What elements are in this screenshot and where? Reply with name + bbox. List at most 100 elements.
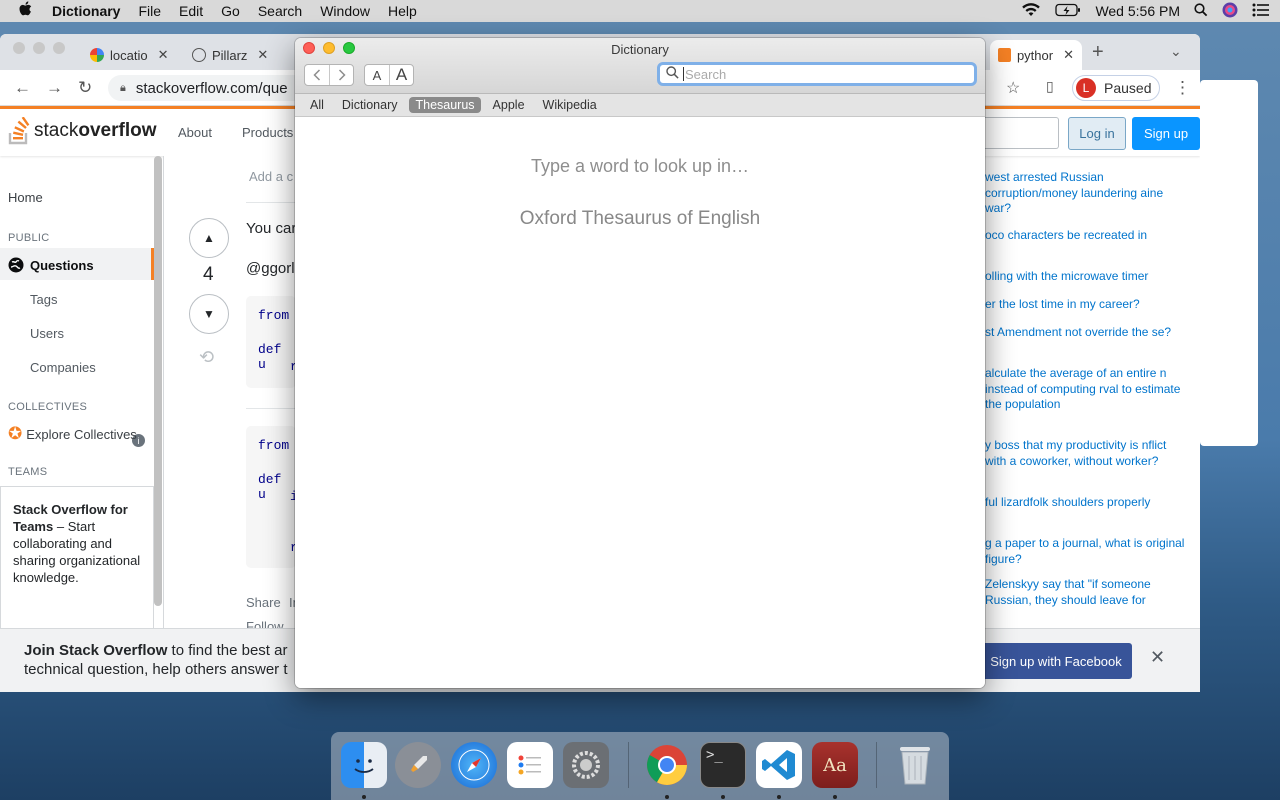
hot-question-link[interactable]: ful lizardfolk shoulders properly [985,495,1185,511]
share-link[interactable]: Share [246,595,281,610]
tab-all[interactable]: All [304,97,330,113]
menu-go[interactable]: Go [221,3,240,19]
forward-icon[interactable] [329,65,353,85]
hot-question-link[interactable]: y boss that my productivity is nflict wi… [985,438,1185,469]
font-size-control: A A [364,64,414,86]
tab-search-icon[interactable]: ⌄ [1170,43,1182,60]
menu-search[interactable]: Search [258,3,302,19]
upvote-button[interactable]: ▲ [189,218,229,258]
sidebar-header-teams: TEAMS [8,466,48,478]
browser-window-controls [13,42,65,54]
dictionary-window: Dictionary A A Search All Dictionary The… [295,38,985,688]
control-center-icon[interactable] [1252,3,1270,20]
hot-question-link[interactable]: g a paper to a journal, what is original… [985,536,1185,567]
signup-button[interactable]: Sign up [1132,117,1200,150]
text-cursor [683,67,684,81]
hot-question-link[interactable]: Zelenskyy say that "if someone Russian, … [985,577,1185,608]
sidebar-item-tags[interactable]: Tags [30,292,57,307]
dictionary-search-field[interactable]: Search [657,62,977,86]
dock-separator [628,742,629,788]
trash-icon[interactable] [892,742,938,788]
menu-edit[interactable]: Edit [179,3,203,19]
so-logo[interactable]: stack overflow [8,116,156,145]
so-search-input[interactable] [985,117,1059,149]
tab-thesaurus[interactable]: Thesaurus [409,97,481,113]
tab-apple[interactable]: Apple [487,97,531,113]
launchpad-icon[interactable] [395,742,441,788]
tab-dictionary[interactable]: Dictionary [336,97,404,113]
facebook-signup-button[interactable]: Sign up with Facebook [980,643,1132,679]
close-icon[interactable] [13,42,25,54]
new-tab-icon[interactable]: + [1092,41,1104,64]
reload-icon[interactable]: ↻ [78,78,92,98]
minimize-icon[interactable] [33,42,45,54]
downvote-button[interactable]: ▼ [189,294,229,334]
sidebar-item-home[interactable]: Home [8,190,43,205]
background-window [1200,80,1258,446]
hot-question-link[interactable]: west arrested Russian corruption/money l… [985,170,1185,217]
battery-icon[interactable] [1055,3,1081,20]
browser-tab-active[interactable]: pythor ✕ [990,40,1082,70]
clock[interactable]: Wed 5:56 PM [1095,3,1180,19]
wifi-icon[interactable] [1021,2,1041,20]
menu-file[interactable]: File [138,3,161,19]
code-line: from [258,438,290,453]
menu-app-name[interactable]: Dictionary [52,3,120,19]
apple-menu-icon[interactable] [18,0,36,23]
more-menu-icon[interactable]: ⋮ [1174,78,1191,98]
nav-about[interactable]: About [178,125,212,140]
hot-question-link[interactable]: st Amendment not override the se? [985,325,1185,341]
bookmark-star-icon[interactable]: ☆ [1006,78,1020,98]
side-panel-icon[interactable]: ▯ [1046,78,1054,95]
menu-help[interactable]: Help [388,3,417,19]
close-tab-icon[interactable]: ✕ [257,47,268,63]
chrome-icon[interactable] [644,742,690,788]
reminders-icon[interactable] [507,742,553,788]
decrease-font-button[interactable]: A [365,65,389,85]
back-icon[interactable]: ← [14,78,31,98]
url-text: stackoverflow.com/que [135,79,288,97]
terminal-prompt: >_ [706,747,723,763]
vscode-icon[interactable] [756,742,802,788]
hot-question-link[interactable]: olling with the microwave timer [985,269,1185,285]
dock-separator [876,742,877,788]
close-tab-icon[interactable]: ✕ [1063,47,1074,63]
sidebar-scrollbar[interactable] [154,156,162,606]
spotlight-icon[interactable] [1194,2,1208,20]
history-icon[interactable]: ⟲ [199,347,214,368]
collectives-icon: ✪ [8,424,23,443]
finder-icon[interactable] [341,742,387,788]
join-text: to find the best ar [167,642,288,659]
zoom-icon[interactable] [53,42,65,54]
sidebar-item-users[interactable]: Users [30,326,64,341]
terminal-icon[interactable]: >_ [700,742,746,788]
sidebar-item-questions[interactable]: Questions [8,257,94,273]
forward-icon[interactable]: → [46,78,63,98]
browser-tab[interactable]: locatio ✕ [90,40,168,70]
browser-tab[interactable]: Pillarz ✕ [192,40,268,70]
safari-icon[interactable] [451,742,497,788]
search-placeholder: Search [685,66,727,82]
login-button[interactable]: Log in [1068,117,1126,150]
sidebar-item-companies[interactable]: Companies [30,360,96,375]
dictionary-icon[interactable]: Aa [812,742,858,788]
add-comment-link[interactable]: Add a c [249,169,293,184]
menu-window[interactable]: Window [320,3,370,19]
profile-button[interactable]: L Paused [1072,75,1160,101]
close-tab-icon[interactable]: ✕ [158,47,169,63]
avatar: L [1076,78,1096,98]
increase-font-button[interactable]: A [389,65,413,85]
menu-bar: Dictionary File Edit Go Search Window He… [0,0,1280,22]
close-icon[interactable]: ✕ [1150,647,1165,668]
system-preferences-icon[interactable] [563,742,609,788]
window-title: Dictionary [611,42,669,57]
hot-question-link[interactable]: oco characters be recreated in [985,228,1185,244]
nav-products[interactable]: Products [242,125,293,140]
back-icon[interactable] [305,65,329,85]
tab-wikipedia[interactable]: Wikipedia [537,97,603,113]
hot-question-link[interactable]: alculate the average of an entire n inst… [985,366,1185,413]
siri-icon[interactable] [1222,2,1238,21]
sidebar-item-explore-collectives[interactable]: ✪ Explore Collectives [8,424,137,444]
hot-question-link[interactable]: er the lost time in my career? [985,297,1185,313]
history-navigation [304,64,354,86]
